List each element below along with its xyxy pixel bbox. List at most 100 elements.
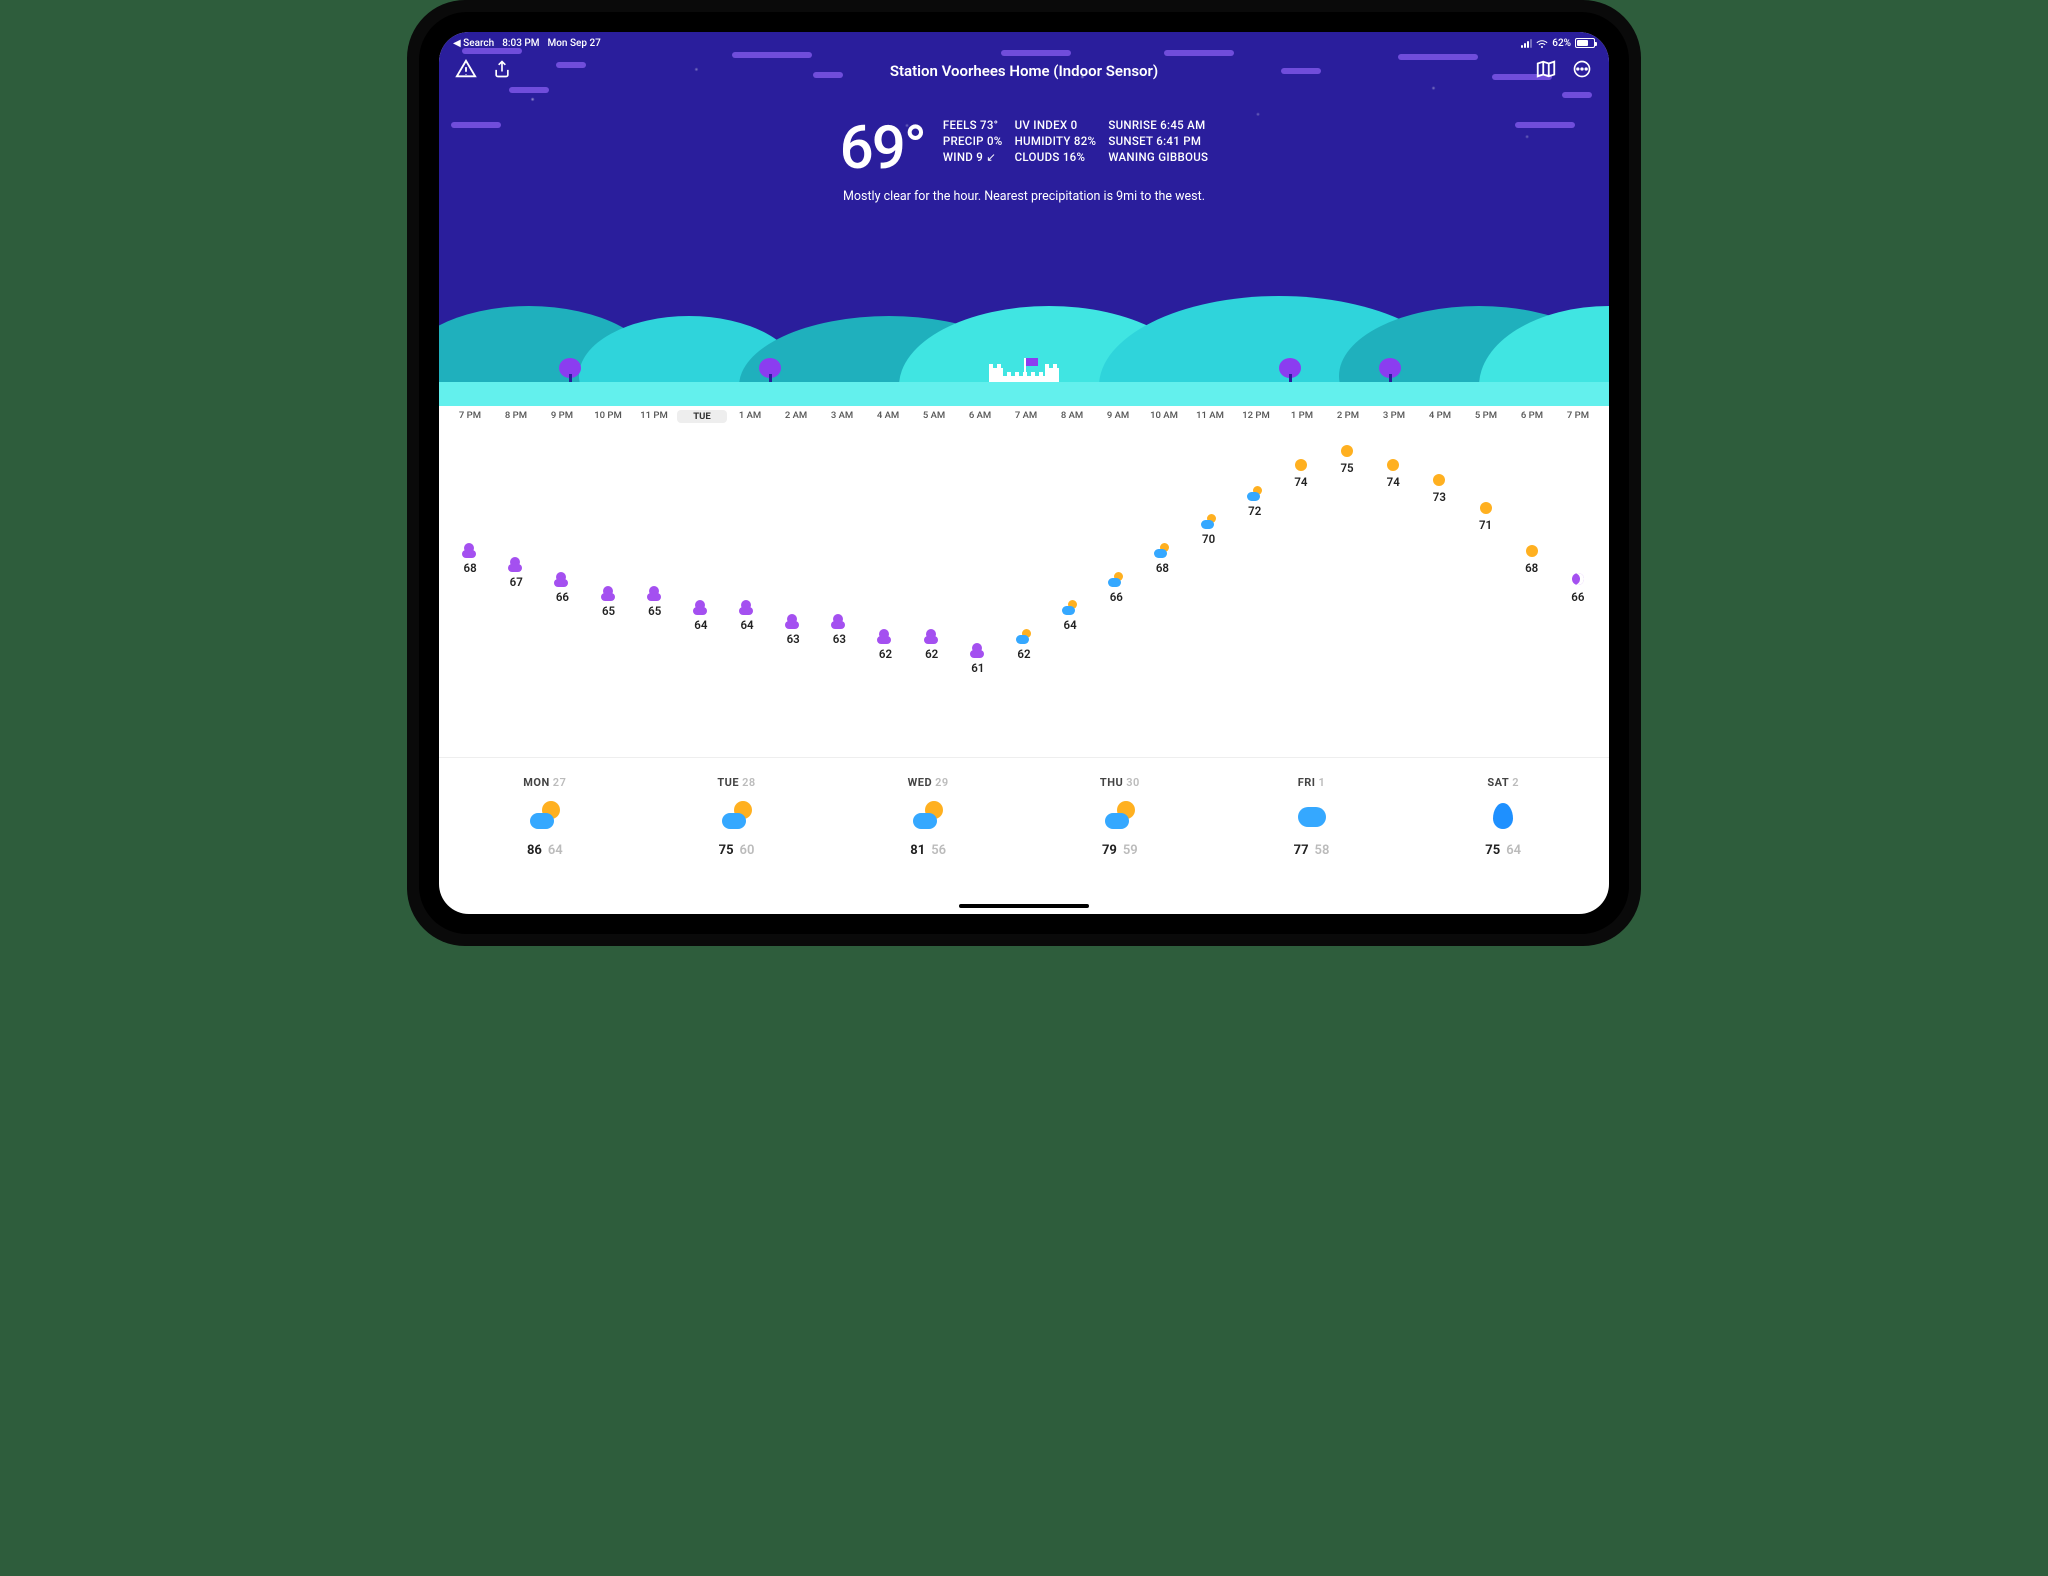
wind: WIND 9 ↙ <box>943 150 1003 164</box>
hour-column[interactable]: 65 <box>632 433 678 743</box>
status-time: 8:03 PM <box>502 38 539 49</box>
battery-percent: 62% <box>1552 38 1571 49</box>
hour-column[interactable]: 72 <box>1232 433 1278 743</box>
hour-label: 6 AM <box>957 410 1003 423</box>
clouds: CLOUDS 16% <box>1015 150 1097 164</box>
hour-temp: 74 <box>1385 475 1401 489</box>
hour-temp: 64 <box>693 618 709 632</box>
day-low: 64 <box>548 843 563 858</box>
current-temp: 69° <box>840 118 925 178</box>
back-to-search[interactable]: ◀ Search <box>453 38 494 49</box>
hour-label: 12 PM <box>1233 410 1279 423</box>
hour-column[interactable]: 68 <box>1509 433 1555 743</box>
hour-temp: 70 <box>1201 532 1217 546</box>
day-name: TUE28 <box>641 776 833 789</box>
day-number: 1 <box>1319 776 1326 789</box>
sun-icon <box>1524 543 1540 559</box>
day-name: FRI1 <box>1216 776 1408 789</box>
day-name: SAT2 <box>1407 776 1599 789</box>
hour-label: 11 AM <box>1187 410 1233 423</box>
day-low: 56 <box>931 843 946 858</box>
hour-temp: 68 <box>1154 561 1170 575</box>
moon-cloud-icon <box>924 629 940 645</box>
day-number: 27 <box>553 776 567 789</box>
hour-column[interactable]: 66 <box>1555 433 1601 743</box>
day-low: 60 <box>740 843 755 858</box>
home-indicator[interactable] <box>959 904 1089 908</box>
hour-temp: 61 <box>970 661 986 675</box>
hour-column[interactable]: 68 <box>447 433 493 743</box>
hour-label: 7 PM <box>1555 410 1601 423</box>
day-forecast[interactable]: FRI17758 <box>1216 776 1408 858</box>
landscape-decor <box>439 286 1609 406</box>
sunset: SUNSET 6:41 PM <box>1108 134 1208 148</box>
day-forecast[interactable]: WED298156 <box>832 776 1024 858</box>
feels-like: FEELS 73° <box>943 118 1003 132</box>
hour-column[interactable]: 65 <box>585 433 631 743</box>
day-number: 30 <box>1126 776 1140 789</box>
hour-column[interactable]: 66 <box>1093 433 1139 743</box>
hour-column[interactable]: 66 <box>539 433 585 743</box>
day-high: 79 <box>1102 843 1117 858</box>
hour-column[interactable]: 64 <box>724 433 770 743</box>
hour-column[interactable]: 71 <box>1462 433 1508 743</box>
hour-temp: 71 <box>1478 518 1494 532</box>
hour-label: 10 AM <box>1141 410 1187 423</box>
hour-label: 2 PM <box>1325 410 1371 423</box>
status-bar: ◀ Search 8:03 PM Mon Sep 27 62% <box>439 32 1609 52</box>
hour-temp: 72 <box>1247 504 1263 518</box>
hour-column[interactable]: 74 <box>1278 433 1324 743</box>
moon-cloud-icon <box>970 643 986 659</box>
status-date: Mon Sep 27 <box>548 38 601 49</box>
hour-temp: 65 <box>647 604 663 618</box>
day-forecast[interactable]: TUE287560 <box>641 776 833 858</box>
day-number: 2 <box>1512 776 1519 789</box>
hour-column[interactable]: 64 <box>678 433 724 743</box>
daily-forecast[interactable]: MON278664TUE287560WED298156THU307959FRI1… <box>439 757 1609 888</box>
moon-icon <box>1570 572 1586 588</box>
cellular-icon <box>1521 39 1532 48</box>
hour-column[interactable]: 73 <box>1416 433 1462 743</box>
hour-column[interactable]: 62 <box>909 433 955 743</box>
sun-icon <box>1339 443 1355 459</box>
day-forecast[interactable]: THU307959 <box>1024 776 1216 858</box>
hour-column[interactable]: 63 <box>770 433 816 743</box>
hour-label: 7 PM <box>447 410 493 423</box>
day-low: 58 <box>1315 843 1330 858</box>
day-forecast[interactable]: MON278664 <box>449 776 641 858</box>
hour-column[interactable]: 68 <box>1139 433 1185 743</box>
day-high: 86 <box>527 843 542 858</box>
hour-label: 3 PM <box>1371 410 1417 423</box>
humidity: HUMIDITY 82% <box>1015 134 1097 148</box>
hour-column[interactable]: 62 <box>1001 433 1047 743</box>
hour-label: 4 PM <box>1417 410 1463 423</box>
hour-temp: 68 <box>462 561 478 575</box>
hour-column[interactable]: 64 <box>1047 433 1093 743</box>
hour-column[interactable]: 63 <box>816 433 862 743</box>
hour-label: 8 AM <box>1049 410 1095 423</box>
hour-label: 6 PM <box>1509 410 1555 423</box>
day-name: WED29 <box>832 776 1024 789</box>
moon-cloud-icon <box>601 586 617 602</box>
hour-column[interactable]: 74 <box>1370 433 1416 743</box>
hour-temp: 63 <box>831 632 847 646</box>
hour-temp: 64 <box>1062 618 1078 632</box>
wifi-icon <box>1536 39 1548 48</box>
hour-column[interactable]: 70 <box>1186 433 1232 743</box>
hour-column[interactable]: 61 <box>955 433 1001 743</box>
hour-temp: 64 <box>739 618 755 632</box>
hour-column[interactable]: 75 <box>1324 433 1370 743</box>
hour-column[interactable]: 62 <box>862 433 908 743</box>
hour-label: 9 PM <box>539 410 585 423</box>
hourly-forecast[interactable]: 7 PM8 PM9 PM10 PM11 PMTUE1 AM2 AM3 AM4 A… <box>439 406 1609 757</box>
day-high: 75 <box>1485 843 1500 858</box>
sun-cloud-icon <box>1062 600 1078 616</box>
hour-column[interactable]: 67 <box>493 433 539 743</box>
day-forecast[interactable]: SAT27564 <box>1407 776 1599 858</box>
battery-icon <box>1575 38 1595 48</box>
hour-label: 9 AM <box>1095 410 1141 423</box>
hour-temp: 73 <box>1431 490 1447 504</box>
sun-cloud-icon <box>913 801 943 831</box>
station-title[interactable]: Station Voorhees Home (Indoor Sensor) <box>439 62 1609 80</box>
hour-temp: 68 <box>1524 561 1540 575</box>
